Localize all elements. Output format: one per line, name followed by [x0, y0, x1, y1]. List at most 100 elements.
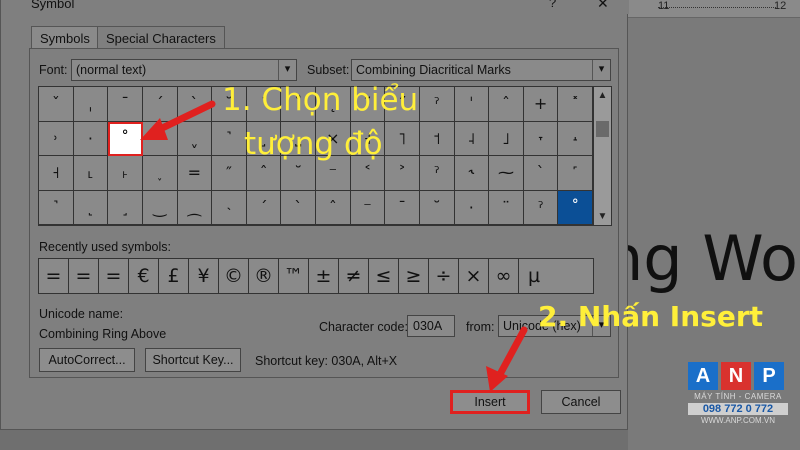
- close-button[interactable]: ✕: [597, 0, 609, 12]
- symbol-cell[interactable]: ˻: [73, 190, 109, 225]
- symbol-cell[interactable]: ˆ: [489, 87, 524, 122]
- insert-button[interactable]: Insert: [450, 390, 530, 414]
- symbol-cell[interactable]: ˘: [419, 190, 455, 225]
- character-code-input[interactable]: 030A: [407, 315, 455, 337]
- symbol-cell[interactable]: ˔: [558, 121, 593, 156]
- symbol-cell[interactable]: ˒: [39, 121, 74, 156]
- symbol-cell[interactable]: ˦: [419, 121, 455, 156]
- step2-annotation: 2. Nhấn Insert: [538, 300, 764, 333]
- recent-symbol[interactable]: =: [99, 259, 129, 293]
- symbol-cell[interactable]: ˴: [212, 190, 247, 225]
- symbol-cell[interactable]: ˉ: [108, 87, 143, 122]
- symbol-cell[interactable]: ″: [212, 156, 247, 191]
- recent-symbol[interactable]: ≥: [399, 259, 429, 293]
- scroll-down-icon[interactable]: ▼: [594, 208, 611, 225]
- symbol-cell[interactable]: ˚: [558, 190, 593, 225]
- symbol-dialog: Symbol ? ✕ Symbols Special Characters Fo…: [0, 0, 629, 430]
- recent-symbol[interactable]: ÷: [429, 259, 459, 293]
- symbol-cell[interactable]: ˉ: [385, 190, 420, 225]
- symbol-cell[interactable]: ˟: [558, 87, 593, 122]
- recent-symbol[interactable]: ®: [249, 259, 279, 293]
- recent-symbol[interactable]: ×: [459, 259, 489, 293]
- symbol-cell[interactable]: ˨: [454, 121, 490, 156]
- recent-symbol[interactable]: €: [129, 259, 159, 293]
- symbol-cell[interactable]: ˼: [108, 190, 143, 225]
- tab-symbols[interactable]: Symbols: [31, 26, 99, 49]
- symbol-cell[interactable]: ·: [73, 121, 109, 156]
- symbol-cell[interactable]: ˞: [454, 156, 490, 191]
- symbol-cell[interactable]: ˥: [385, 121, 420, 156]
- recent-symbol[interactable]: ™: [279, 259, 309, 293]
- symbol-cell[interactable]: ˓: [142, 121, 178, 156]
- symbol-cell[interactable]: ·: [454, 190, 490, 225]
- recent-symbol[interactable]: £: [159, 259, 189, 293]
- recent-symbol[interactable]: =: [39, 259, 69, 293]
- symbol-cell[interactable]: ˺: [212, 121, 247, 156]
- symbol-cell[interactable]: ˋ: [281, 190, 316, 225]
- symbol-cell[interactable]: ˬ: [177, 121, 213, 156]
- symbol-cell[interactable]: ˊ: [142, 87, 178, 122]
- autocorrect-button[interactable]: AutoCorrect...: [39, 348, 135, 372]
- symbol-cell[interactable]: ˇ: [39, 87, 74, 122]
- cancel-button[interactable]: Cancel: [541, 390, 621, 414]
- symbol-cell[interactable]: ˯: [142, 156, 178, 191]
- symbol-cell[interactable]: ˹: [558, 156, 593, 191]
- font-select[interactable]: (normal text) ▾: [71, 59, 297, 81]
- document-text: ng Wor: [604, 222, 800, 295]
- symbol-cell[interactable]: ˩: [489, 121, 524, 156]
- logo-tagline: MÁY TÍNH - CAMERA: [694, 392, 782, 401]
- chevron-down-icon[interactable]: ▾: [592, 60, 610, 80]
- symbol-cell[interactable]: ˋ: [177, 87, 213, 122]
- ruler-marks: [658, 2, 776, 8]
- symbol-cell[interactable]: ‿: [142, 190, 178, 225]
- recent-symbol[interactable]: ±: [309, 259, 339, 293]
- symbol-cell[interactable]: ⁓: [489, 156, 524, 191]
- symbol-cell[interactable]: ˺: [39, 190, 74, 225]
- recent-symbols: = = = € £ ¥ © ® ™ ± ≠ ≤ ≥ ÷ × ∞ µ: [38, 258, 594, 294]
- symbol-cell[interactable]: ˚: [108, 121, 143, 156]
- chevron-down-icon[interactable]: ▾: [278, 60, 296, 80]
- symbol-cell[interactable]: ⁔: [177, 190, 213, 225]
- symbol-cell[interactable]: ˧: [39, 156, 74, 191]
- recent-symbol[interactable]: µ: [519, 259, 549, 293]
- symbol-cell[interactable]: =: [177, 156, 213, 191]
- recent-symbol[interactable]: ≤: [369, 259, 399, 293]
- logo-phone: 098 772 0 772: [688, 403, 788, 415]
- recent-symbol[interactable]: =: [69, 259, 99, 293]
- symbol-cell[interactable]: ˀ: [419, 156, 455, 191]
- symbol-cell[interactable]: ⁻: [350, 190, 386, 225]
- symbol-cell[interactable]: ˈ: [454, 87, 490, 122]
- recent-symbol[interactable]: ≠: [339, 259, 369, 293]
- symbol-cell[interactable]: +: [523, 87, 559, 122]
- help-button[interactable]: ?: [549, 0, 556, 10]
- dialog-titlebar: Symbol ? ✕: [1, 0, 629, 14]
- symbol-cell[interactable]: ˊ: [246, 190, 282, 225]
- recent-symbol[interactable]: ∞: [489, 259, 519, 293]
- symbol-cell[interactable]: ˃: [385, 156, 420, 191]
- symbol-cell[interactable]: ˫: [108, 156, 143, 191]
- symbol-cell[interactable]: ˕: [523, 121, 559, 156]
- recently-used-label: Recently used symbols:: [39, 240, 172, 254]
- recent-symbol[interactable]: ©: [219, 259, 249, 293]
- tab-special-characters[interactable]: Special Characters: [97, 26, 225, 48]
- scroll-up-icon[interactable]: ▲: [594, 87, 611, 104]
- font-value: (normal text): [76, 63, 147, 77]
- scroll-thumb[interactable]: [596, 121, 609, 137]
- shortcut-key-button[interactable]: Shortcut Key...: [145, 348, 241, 372]
- grid-scrollbar[interactable]: ▲ ▼: [594, 86, 612, 226]
- unicode-name-value: Combining Ring Above: [39, 327, 167, 341]
- symbol-cell[interactable]: ˀ: [419, 87, 455, 122]
- unicode-name-label: Unicode name:: [39, 307, 124, 321]
- symbol-cell[interactable]: ˋ: [523, 156, 559, 191]
- recent-symbol[interactable]: ¥: [189, 259, 219, 293]
- symbol-cell[interactable]: ˪: [73, 156, 109, 191]
- step1-annotation-line2: tượng độ: [244, 126, 383, 162]
- symbol-cell[interactable]: ˆ: [316, 190, 351, 225]
- logo-letter: A: [688, 362, 718, 390]
- symbol-cell[interactable]: ˌ: [73, 87, 109, 122]
- from-label: from:: [466, 320, 495, 334]
- symbol-cell[interactable]: ˀ: [523, 190, 559, 225]
- symbol-cell[interactable]: ¨: [489, 190, 524, 225]
- subset-select[interactable]: Combining Diacritical Marks ▾: [351, 59, 611, 81]
- ruler: 11 12: [628, 0, 800, 18]
